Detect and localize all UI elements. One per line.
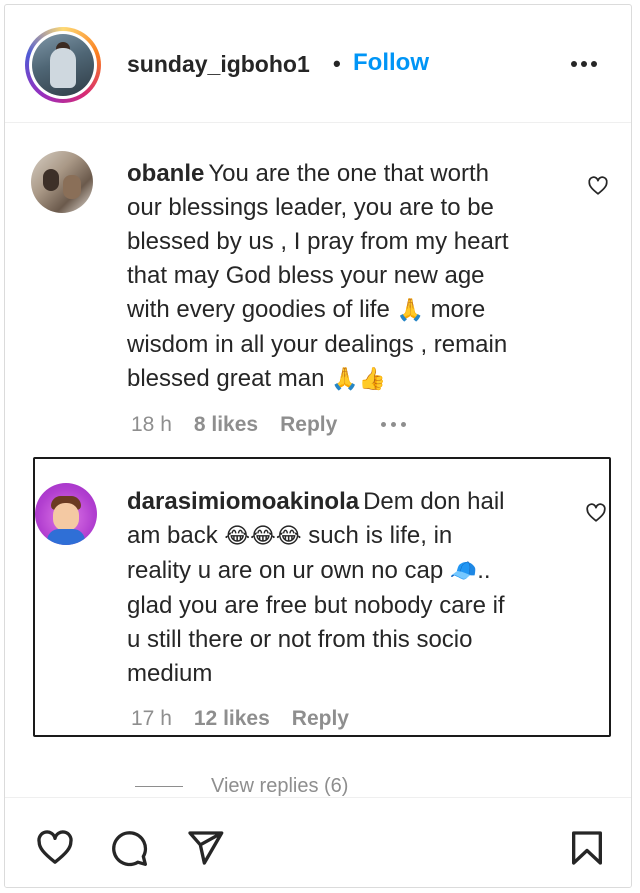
reply-button[interactable]: Reply xyxy=(292,707,349,730)
cap-emoji: 🧢 xyxy=(449,559,478,584)
comment-text: darasimiomoakinola Dem don hail am back 😂… xyxy=(127,488,505,687)
laughing-tears-emoji: 😂 xyxy=(275,524,302,549)
comment-meta: 17 h 12 likes Reply xyxy=(131,707,371,731)
bookmark-icon[interactable] xyxy=(567,828,607,868)
post-comments-panel: sunday_igboho1 • Follow obanle You are th… xyxy=(4,4,632,888)
comment-time: 17 h xyxy=(131,707,172,730)
laughing-tears-emoji: 😂 xyxy=(224,524,251,549)
heart-outline-icon[interactable] xyxy=(585,502,607,524)
comment-username[interactable]: darasimiomoakinola xyxy=(127,488,359,515)
comment-likes[interactable]: 12 likes xyxy=(194,707,270,730)
send-icon[interactable] xyxy=(185,828,225,868)
laughing-tears-emoji: 😂 xyxy=(250,524,276,549)
view-replies-link[interactable]: View replies (6) xyxy=(135,775,348,799)
comment-icon[interactable] xyxy=(109,828,149,868)
heart-icon[interactable] xyxy=(35,828,75,868)
action-bar xyxy=(5,797,631,887)
commenter-avatar[interactable] xyxy=(35,483,97,545)
comment-item: darasimiomoakinola Dem don hail am back 😂… xyxy=(5,5,631,745)
view-replies-line xyxy=(135,786,183,788)
